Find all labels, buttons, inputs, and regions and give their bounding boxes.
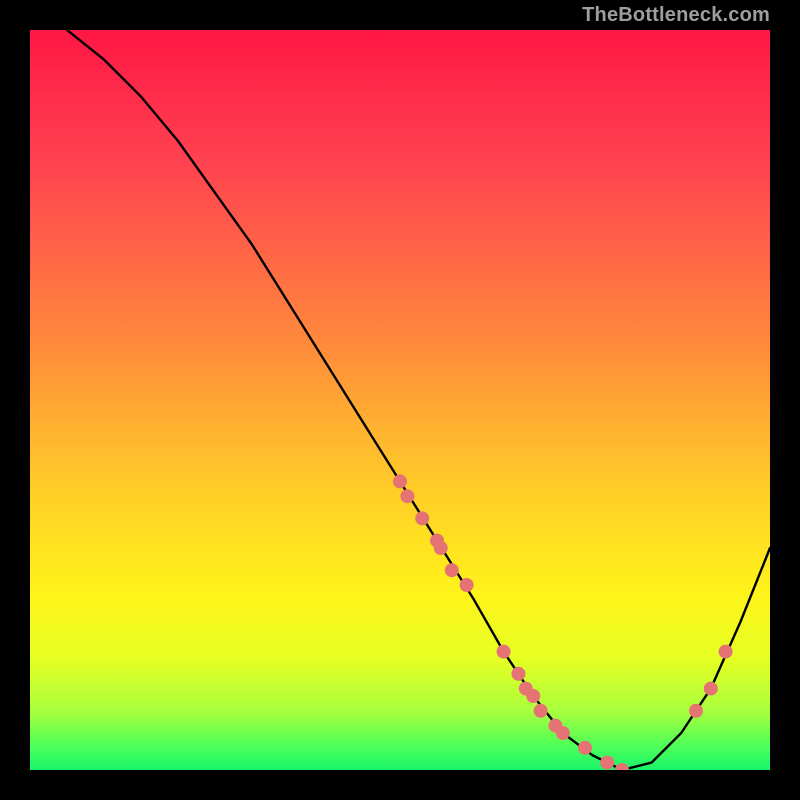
marker-dot bbox=[615, 763, 629, 770]
marker-dot bbox=[415, 511, 429, 525]
marker-dot bbox=[526, 689, 540, 703]
marker-dot bbox=[578, 741, 592, 755]
marker-dot bbox=[704, 682, 718, 696]
chart-svg bbox=[30, 30, 770, 770]
marker-dot bbox=[445, 563, 459, 577]
marker-dot bbox=[497, 645, 511, 659]
highlight-markers bbox=[393, 474, 733, 770]
marker-dot bbox=[600, 756, 614, 770]
marker-dot bbox=[534, 704, 548, 718]
marker-dot bbox=[719, 645, 733, 659]
chart-stage: TheBottleneck.com bbox=[0, 0, 800, 800]
marker-dot bbox=[556, 726, 570, 740]
marker-dot bbox=[393, 474, 407, 488]
bottleneck-curve bbox=[67, 30, 770, 770]
marker-dot bbox=[434, 541, 448, 555]
plot-area bbox=[30, 30, 770, 770]
marker-dot bbox=[400, 489, 414, 503]
marker-dot bbox=[689, 704, 703, 718]
watermark-label: TheBottleneck.com bbox=[582, 4, 770, 27]
marker-dot bbox=[460, 578, 474, 592]
marker-dot bbox=[511, 667, 525, 681]
